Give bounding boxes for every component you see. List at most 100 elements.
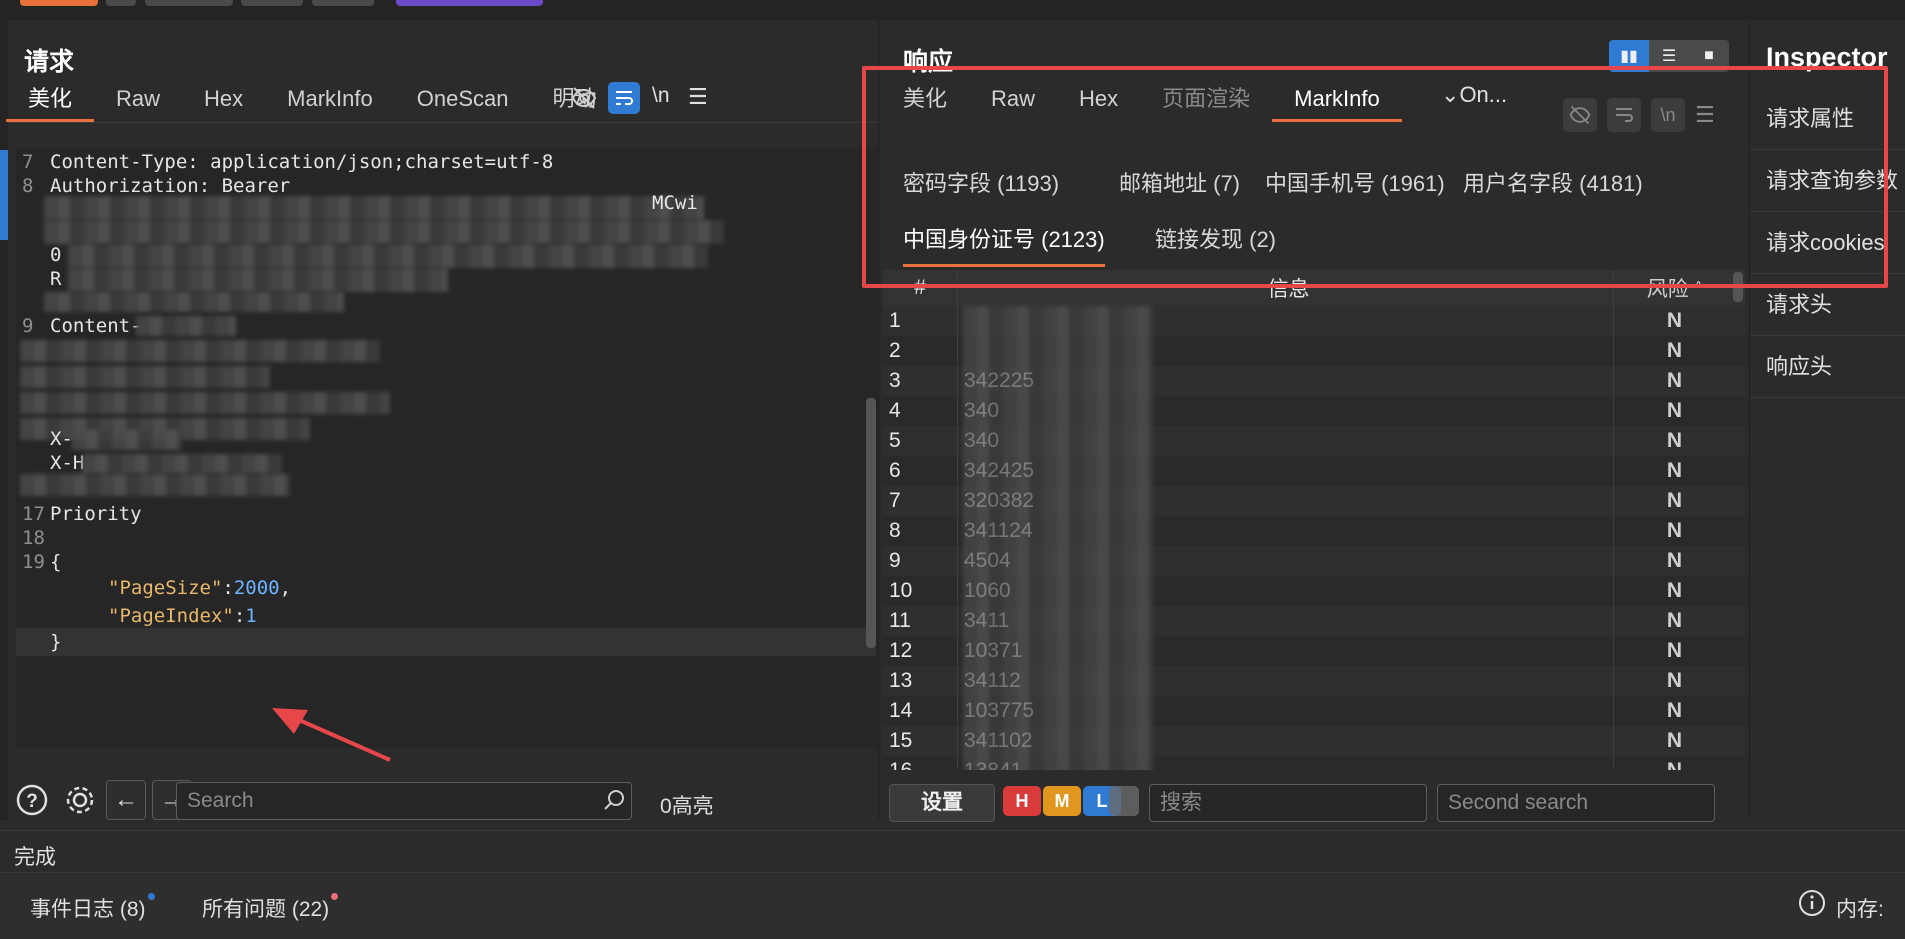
header-info[interactable]: 信息 [957,270,1613,306]
redacted-text [20,340,380,362]
event-log-tab[interactable]: 事件日志 (8) [30,893,155,923]
category-id-card[interactable]: 中国身份证号 (2123) [903,222,1105,267]
inspector-request-attributes[interactable]: 请求属性 [1750,88,1905,150]
row-number: 5 [889,429,901,452]
row-number: 10 [889,579,913,602]
svg-text:?: ? [26,791,38,812]
row-risk: N [1613,516,1735,546]
back-arrow-icon[interactable]: ← [106,780,146,820]
table-scrollbar[interactable] [1733,272,1743,302]
code-fragment: X-H [50,452,85,474]
wrap-icon[interactable] [1607,98,1641,132]
category-links[interactable]: 链接发现 (2) [1155,222,1276,254]
tab-raw[interactable]: Raw [969,76,1057,122]
stacked-view-icon[interactable]: ☰ [1649,40,1689,72]
menu-icon[interactable]: ☰ [688,84,708,110]
row-risk: N [1613,396,1735,426]
divider [8,122,878,123]
redacted-text [963,306,1153,770]
json-key: "PageSize" [108,577,223,599]
category-phone[interactable]: 中国手机号 (1961) [1265,166,1445,198]
single-view-icon[interactable]: ■ [1689,40,1729,72]
toolbar-button[interactable] [396,0,543,6]
send-button[interactable] [20,0,98,6]
gear-icon[interactable] [60,780,100,820]
row-risk: N [1613,726,1735,756]
newline-toggle[interactable]: \n [652,84,670,108]
code-fragment: X- [50,428,73,450]
category-email[interactable]: 邮箱地址 (7) [1119,166,1240,198]
table-header: # 信息 风险 ^ [883,270,1745,306]
editor-scrollbar[interactable] [866,398,876,648]
header-risk-label: 风险 [1646,278,1689,301]
row-risk: N [1613,666,1735,696]
tab-pretty[interactable]: 美化 [6,76,95,122]
memory-label: 内存: [1836,898,1884,921]
tab-raw[interactable]: Raw [94,76,182,122]
tab-onescan[interactable]: OneScan [395,76,531,122]
inspector-request-headers[interactable]: 请求头 [1750,274,1905,336]
row-risk: N [1613,456,1735,486]
tab-markinfo[interactable]: MarkInfo [1272,76,1402,122]
code-fragment: 0 [50,244,62,266]
inspector-response-headers[interactable]: 响应头 [1750,336,1905,398]
row-risk: N [1613,486,1735,516]
tab-hex[interactable]: Hex [1057,76,1140,122]
wrap-icon[interactable] [608,82,640,114]
menu-icon[interactable]: ☰ [1695,102,1715,128]
response-search-input[interactable]: 搜索 [1149,784,1427,822]
code-line: } [16,628,876,656]
inspector-request-cookies[interactable]: 请求cookies [1750,212,1905,274]
highlight-count: 0高亮 [660,795,714,818]
json-value: 2000 [233,577,280,599]
second-search-input[interactable]: Second search [1437,784,1715,822]
row-risk: N [1613,366,1735,396]
newline-toggle[interactable]: \n [1651,98,1685,132]
redacted-text [68,268,448,292]
filter-info[interactable] [1109,786,1139,816]
results-table: # 信息 风险^ 1N2N3342225N4340N5340N6342425N7… [883,270,1745,770]
more-tabs-dropdown[interactable]: ⌄On... [1441,82,1507,108]
category-password[interactable]: 密码字段 (1193) [903,166,1059,198]
redacted-text [82,454,282,474]
code-text: Content- [50,315,142,337]
toolbar-button[interactable] [312,0,374,6]
all-issues-tab[interactable]: 所有问题 (22) [202,893,339,923]
toolbar-button[interactable] [106,0,136,6]
row-number: 6 [889,459,901,482]
redacted-text [20,392,390,414]
code-line: 19{ [16,548,876,576]
category-username[interactable]: 用户名字段 (4181) [1463,166,1643,198]
request-footer: ? ← → Search 0高亮 [8,772,878,828]
header-number[interactable]: # [883,276,957,300]
row-number: 3 [889,369,901,392]
bottom-bar: 事件日志 (8) 所有问题 (22) 内存: [0,872,1905,939]
response-footer: 设置 H M L 搜索 Second search [883,780,1745,824]
tab-markinfo[interactable]: MarkInfo [265,76,395,122]
toolbar-button[interactable] [241,0,303,6]
setup-button[interactable]: 设置 [889,784,995,822]
filter-medium[interactable]: M [1043,786,1081,816]
chevron-down-icon: ⌄ [1441,82,1460,107]
hide-icon[interactable] [1563,98,1597,132]
redacted-text [44,220,724,244]
request-editor[interactable]: 7 Content-Type: application/json;charset=… [16,148,878,748]
request-search-input[interactable]: Search [176,782,632,820]
help-icon[interactable]: ? [12,780,52,820]
inspector-query-params[interactable]: 请求查询参数 [1750,150,1905,212]
hide-icon[interactable] [568,82,600,114]
inspector-title: Inspector [1766,42,1888,72]
toolbar-button[interactable] [145,0,233,6]
code-text: Authorization: Bearer [50,175,291,197]
info-icon[interactable] [1798,889,1826,922]
redacted-text [68,244,708,268]
header-risk[interactable]: 风险 ^ [1613,270,1735,306]
tab-hex[interactable]: Hex [182,76,265,122]
split-view-icon[interactable]: ▮▮ [1609,40,1649,72]
redacted-text [20,366,270,388]
row-number: 2 [889,339,901,362]
tab-pretty[interactable]: 美化 [881,76,969,122]
filter-high[interactable]: H [1003,786,1041,816]
tab-render[interactable]: 页面渲染 [1140,76,1272,122]
sort-up-icon: ^ [1694,279,1703,296]
